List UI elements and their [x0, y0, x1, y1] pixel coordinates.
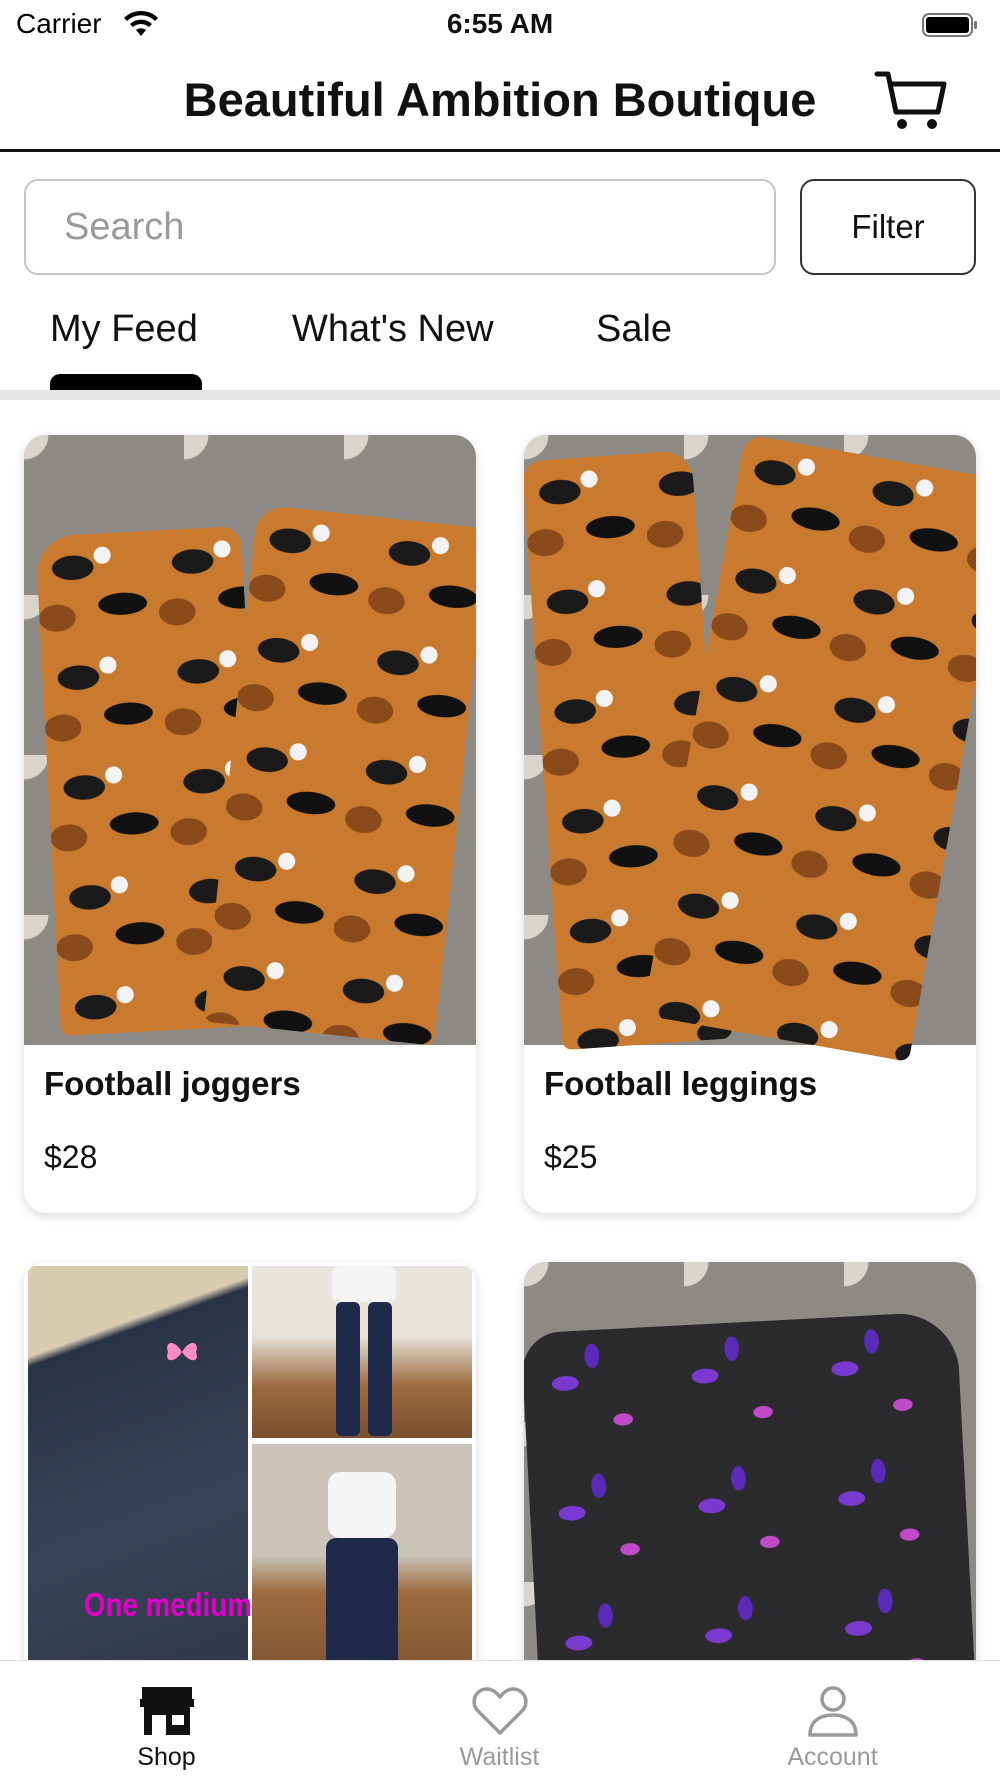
product-name: Football joggers — [44, 1065, 301, 1102]
product-name: Football leggings — [544, 1065, 818, 1102]
tab-my-feed[interactable]: My Feed — [50, 308, 198, 351]
divider — [0, 390, 1000, 400]
page-title: Beautiful Ambition Boutique — [183, 73, 817, 126]
heart-icon — [472, 1687, 528, 1735]
cart-icon[interactable] — [874, 68, 948, 134]
product-price: $28 — [44, 1139, 98, 1175]
battery-icon — [922, 13, 977, 37]
feed-tabs: My Feed What's New Sale — [0, 300, 1000, 392]
product-price: $25 — [544, 1139, 598, 1175]
overlay-text: One medium — [84, 1586, 252, 1623]
tabbar-label: Account — [787, 1743, 878, 1771]
product-card[interactable] — [524, 1262, 976, 1692]
tabbar-account[interactable]: Account — [666, 1661, 999, 1778]
app-header: Beautiful Ambition Boutique — [0, 50, 1000, 152]
tabbar-waitlist[interactable]: Waitlist — [333, 1661, 666, 1778]
status-bar: Carrier 6:55 AM — [0, 0, 1000, 50]
product-card[interactable]: Football leggings $25 — [524, 435, 976, 1213]
bottom-tab-bar: Shop Waitlist Account — [0, 1660, 1000, 1778]
butterfly-logo — [167, 1342, 197, 1361]
product-image — [524, 435, 976, 1062]
product-card[interactable]: Football joggers $28 — [24, 435, 476, 1213]
tabbar-label: Shop — [137, 1743, 196, 1771]
product-image — [24, 435, 476, 1046]
tabbar-label: Waitlist — [459, 1743, 540, 1771]
tab-whats-new[interactable]: What's New — [292, 308, 494, 351]
person-icon — [808, 1686, 858, 1737]
product-card[interactable]: One medium — [24, 1262, 476, 1692]
filter-button[interactable]: Filter — [800, 179, 976, 275]
search-input[interactable] — [24, 179, 776, 275]
status-time: 6:55 AM — [446, 8, 554, 39]
product-image: One medium — [24, 1262, 476, 1692]
shop-icon — [140, 1687, 194, 1735]
product-image — [524, 1262, 976, 1692]
tab-sale[interactable]: Sale — [596, 308, 672, 351]
tabbar-shop[interactable]: Shop — [0, 1661, 333, 1778]
